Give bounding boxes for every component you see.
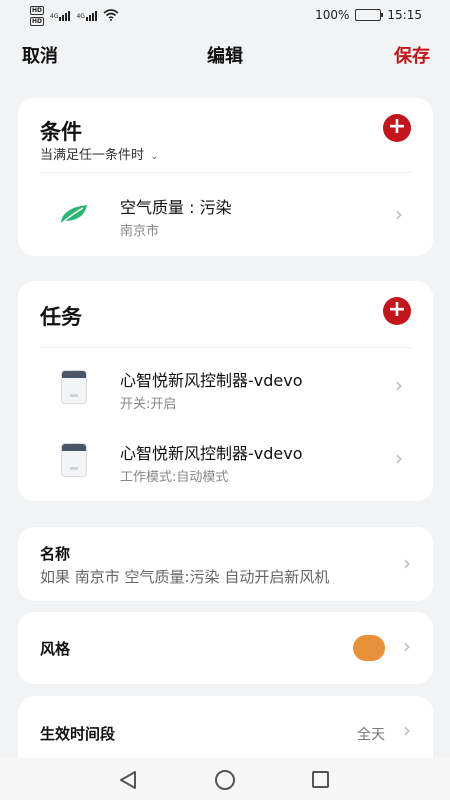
tasks-card: 任务 + 心智悦新风控制器-vdevo 开关:开启 › 心智悦新风控制器-vde…	[18, 281, 433, 501]
cancel-button[interactable]: 取消	[22, 42, 58, 68]
chevron-right-icon: ›	[395, 202, 403, 226]
plus-icon: +	[387, 297, 407, 322]
add-condition-button[interactable]: +	[383, 114, 411, 142]
task-item[interactable]: 心智悦新风控制器-vdevo 开关:开启 ›	[18, 353, 433, 423]
style-card[interactable]: 风格 ›	[18, 612, 433, 684]
network-type: 4G	[50, 13, 59, 20]
cell-signal-icon: 4G	[76, 11, 97, 21]
chevron-right-icon: ›	[403, 634, 411, 658]
chevron-right-icon: ›	[403, 551, 411, 575]
condition-item[interactable]: 空气质量 : 污染 南京市 ›	[18, 180, 433, 250]
battery-icon	[355, 9, 384, 21]
chevron-right-icon: ›	[395, 373, 403, 397]
top-bar: 编辑 取消 保存	[0, 36, 450, 72]
plus-icon: +	[387, 114, 407, 139]
wifi-icon	[103, 8, 119, 24]
add-task-button[interactable]: +	[383, 297, 411, 325]
style-label: 风格	[40, 640, 71, 658]
network-type: 4G	[76, 13, 85, 20]
navigation-bar	[0, 758, 450, 800]
page-title: 编辑	[207, 46, 243, 67]
chevron-down-icon: ⌄	[150, 151, 159, 162]
conditions-card: 条件 + 当满足任一条件时 ⌄ 空气质量 : 污染 南京市 ›	[18, 98, 433, 256]
divider	[40, 347, 411, 348]
back-icon[interactable]	[119, 770, 137, 794]
time-label: 生效时间段	[40, 725, 116, 743]
status-right: 100% 15:15	[315, 8, 422, 22]
air-purifier-icon	[54, 367, 94, 407]
home-icon[interactable]	[215, 770, 235, 790]
name-label: 名称	[40, 545, 71, 563]
task-sub: 工作模式:自动模式	[120, 470, 229, 485]
save-button[interactable]: 保存	[394, 42, 430, 68]
leaf-icon	[54, 194, 94, 234]
status-bar: HD HD 4G 4G 100% 15:15	[0, 0, 450, 32]
tasks-title: 任务	[40, 305, 82, 329]
status-left: HD HD 4G 4G	[30, 6, 119, 26]
hd-indicators: HD HD	[30, 6, 45, 26]
air-purifier-icon	[54, 440, 94, 480]
name-card[interactable]: 名称 如果 南京市 空气质量:污染 自动开启新风机 ›	[18, 527, 433, 601]
divider	[40, 172, 411, 173]
condition-main: 空气质量 : 污染	[120, 198, 232, 217]
condition-sub: 南京市	[120, 224, 160, 239]
cell-signal-icon: 4G	[50, 11, 71, 21]
hd-badge: HD	[30, 17, 45, 26]
hd-badge: HD	[30, 6, 45, 15]
name-value: 如果 南京市 空气质量:污染 自动开启新风机	[40, 568, 330, 586]
recent-apps-icon[interactable]	[312, 771, 329, 788]
task-main: 心智悦新风控制器-vdevo	[120, 371, 303, 390]
task-sub: 开关:开启	[120, 397, 177, 412]
match-mode-label: 当满足任一条件时	[40, 148, 145, 163]
task-item[interactable]: 心智悦新风控制器-vdevo 工作模式:自动模式 ›	[18, 426, 433, 496]
conditions-title: 条件	[40, 120, 82, 144]
style-color-swatch	[353, 635, 385, 661]
task-main: 心智悦新风控制器-vdevo	[120, 444, 303, 463]
match-mode-dropdown[interactable]: 当满足任一条件时 ⌄	[40, 144, 159, 163]
battery-percent: 100%	[315, 8, 350, 22]
chevron-right-icon: ›	[395, 446, 403, 470]
time-value: 全天	[357, 727, 385, 743]
clock: 15:15	[387, 8, 422, 22]
chevron-right-icon: ›	[403, 718, 411, 742]
